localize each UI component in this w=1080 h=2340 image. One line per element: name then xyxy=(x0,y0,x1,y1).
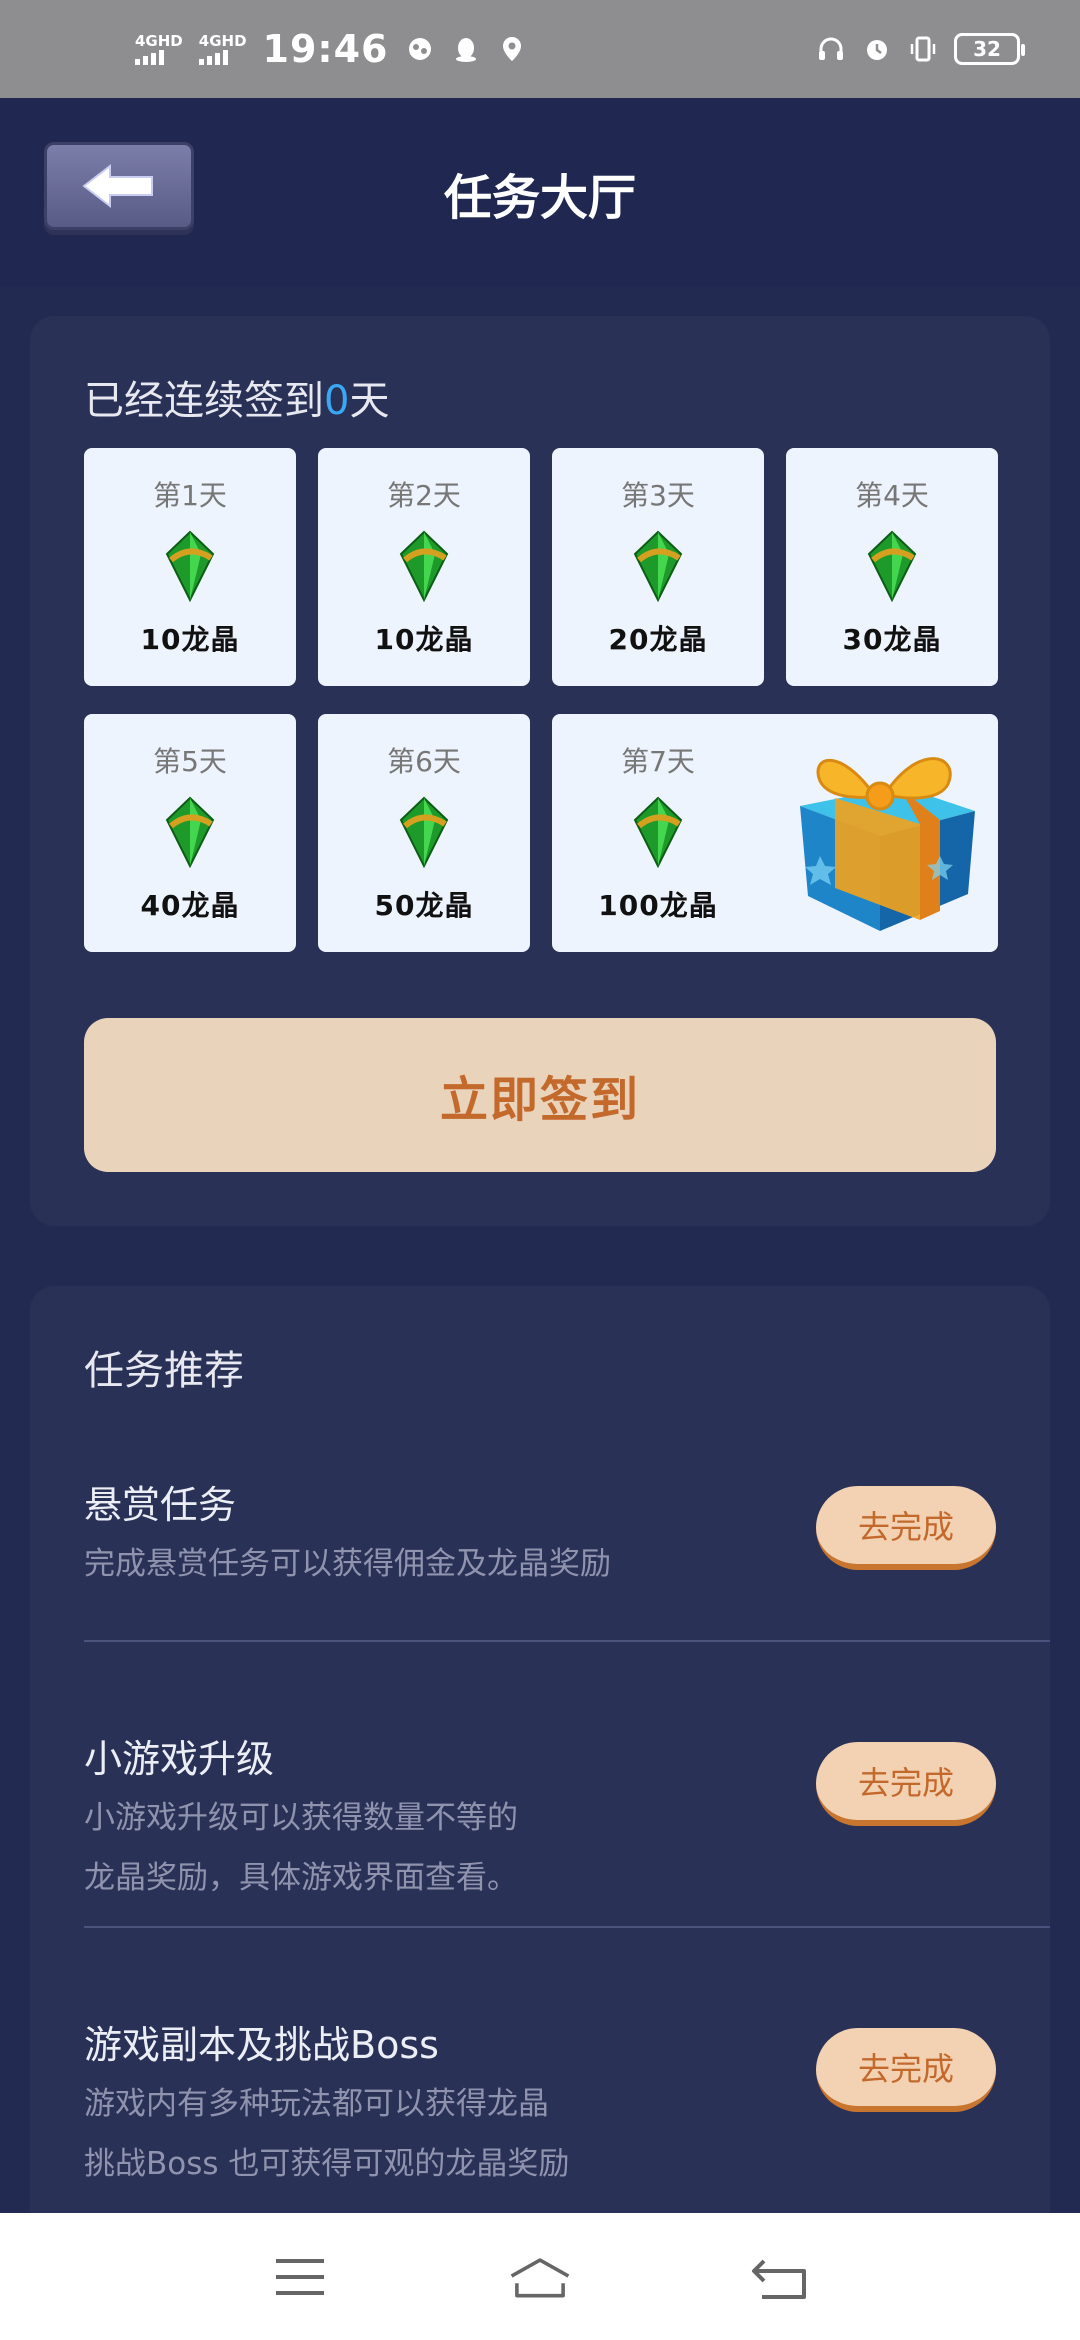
reward-amount: 30龙晶 xyxy=(842,623,942,656)
day-card-1[interactable]: 第1天 10龙晶 xyxy=(84,448,296,686)
battery-icon: 32 xyxy=(954,33,1025,65)
task-bounty-button[interactable]: 去完成 xyxy=(816,1486,996,1570)
reward-amount: 50龙晶 xyxy=(374,889,474,922)
qq-icon xyxy=(455,38,476,62)
vibrate-icon xyxy=(910,36,936,62)
reward-amount: 40龙晶 xyxy=(140,889,240,922)
signin-button[interactable]: 立即签到 xyxy=(84,1018,996,1172)
day-label: 第2天 xyxy=(387,479,461,512)
dragon-crystal-icon xyxy=(165,530,215,602)
day-card-6[interactable]: 第6天 50龙晶 xyxy=(318,714,530,952)
day-label: 第4天 xyxy=(855,479,929,512)
app-header: 任务大厅 xyxy=(0,98,1080,286)
status-bar: 4GHD 4GHD 19:46 32 xyxy=(0,0,1080,98)
status-right: 32 xyxy=(816,33,1025,65)
day-label: 第1天 xyxy=(153,479,227,512)
system-nav-bar xyxy=(0,2213,1080,2340)
divider xyxy=(84,1926,1050,1928)
reward-amount: 10龙晶 xyxy=(140,623,240,656)
day-card-4[interactable]: 第4天 30龙晶 xyxy=(786,448,998,686)
streak-count: 0 xyxy=(324,378,350,424)
dragon-crystal-icon xyxy=(165,796,215,868)
alarm-icon xyxy=(867,40,887,60)
back-nav-button[interactable] xyxy=(748,2249,812,2305)
streak-text: 已经连续签到0天 xyxy=(84,378,390,424)
day-card-2[interactable]: 第2天 10龙晶 xyxy=(318,448,530,686)
tasks-card: 任务推荐 悬赏任务 完成悬赏任务可以获得佣金及龙晶奖励 去完成 小游戏升级 小游… xyxy=(30,1286,1050,2246)
day-7-info: 第7天 100龙晶 xyxy=(552,714,764,924)
day-label: 第6天 xyxy=(387,745,461,778)
dragon-crystal-icon xyxy=(399,530,449,602)
divider xyxy=(84,1640,1050,1642)
home-button[interactable] xyxy=(508,2249,572,2305)
reward-amount: 20龙晶 xyxy=(608,623,708,656)
dragon-crystal-icon xyxy=(633,796,683,868)
tasks-title: 任务推荐 xyxy=(84,1348,244,1394)
day-card-7[interactable]: 第7天 100龙晶 xyxy=(552,714,998,952)
signal-2: 4GHD xyxy=(198,33,247,65)
home-icon xyxy=(510,2257,570,2297)
clock: 19:46 xyxy=(262,27,389,71)
task-minigame-upgrade-button[interactable]: 去完成 xyxy=(816,1742,996,1826)
dragon-crystal-icon xyxy=(867,530,917,602)
menu-button[interactable] xyxy=(268,2249,332,2305)
day-card-3[interactable]: 第3天 20龙晶 xyxy=(552,448,764,686)
signal-1: 4GHD xyxy=(135,33,183,65)
reward-amount: 10龙晶 xyxy=(374,623,474,656)
day-card-5[interactable]: 第5天 40龙晶 xyxy=(84,714,296,952)
status-left: 4GHD 4GHD 19:46 xyxy=(135,27,527,71)
app-notification-icon xyxy=(408,38,431,60)
location-icon xyxy=(502,37,521,61)
day-label: 第3天 xyxy=(621,479,695,512)
menu-icon xyxy=(276,2258,324,2295)
reward-amount: 100龙晶 xyxy=(598,889,718,922)
task-dungeon-boss-button[interactable]: 去完成 xyxy=(816,2028,996,2112)
signin-card: 已经连续签到0天 第1天 10龙晶 第2天 10龙晶 第3天 20龙晶 第4天 … xyxy=(30,316,1050,1226)
back-icon xyxy=(752,2259,806,2299)
dragon-crystal-icon xyxy=(633,530,683,602)
page-title: 任务大厅 xyxy=(443,170,636,226)
day-label: 第5天 xyxy=(153,745,227,778)
gift-box-icon xyxy=(800,757,975,931)
headphones-icon xyxy=(819,37,843,60)
dragon-crystal-icon xyxy=(399,796,449,868)
day-label: 第7天 xyxy=(621,745,695,778)
